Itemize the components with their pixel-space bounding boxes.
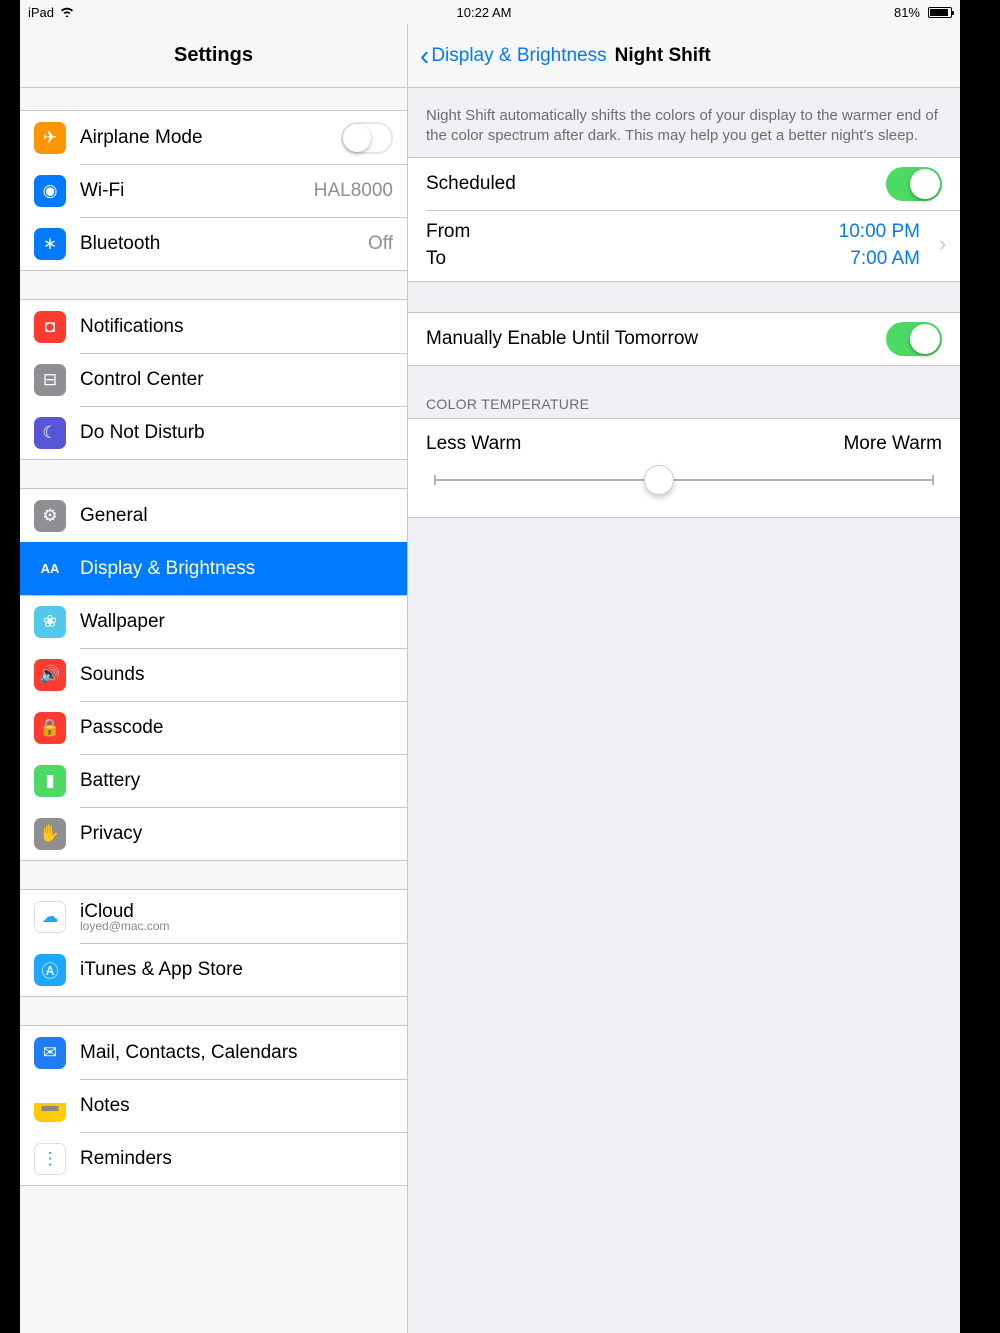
sidebar-item-privacy[interactable]: ✋ Privacy (20, 807, 407, 860)
icloud-icon: ☁ (34, 901, 66, 933)
sidebar-item-label: Sounds (80, 664, 393, 686)
sidebar-item-passcode[interactable]: 🔒 Passcode (20, 701, 407, 754)
sidebar-item-reminders[interactable]: ⋮ Reminders (20, 1132, 407, 1185)
airplane-icon: ✈ (34, 122, 66, 154)
notes-icon: ▬ (34, 1090, 66, 1122)
description-text: Night Shift automatically shifts the col… (408, 88, 960, 157)
sidebar-item-notifications[interactable]: ◘ Notifications (20, 300, 407, 353)
settings-sidebar: Settings ✈ Airplane Mode ◉ Wi-FiHAL8000 ∗ Blu… (20, 24, 408, 1333)
sidebar-item-wi-fi[interactable]: ◉ Wi-FiHAL8000 (20, 164, 407, 217)
sidebar-item-control-center[interactable]: ⊟ Control Center (20, 353, 407, 406)
battery-pct: 81% (894, 5, 920, 20)
back-label: Display & Brightness (431, 45, 606, 67)
sidebar-item-label: Bluetooth (80, 233, 368, 255)
notifications-icon: ◘ (34, 311, 66, 343)
color-temp-panel: Less Warm More Warm (408, 418, 960, 518)
reminders-icon: ⋮ (34, 1143, 66, 1175)
chevron-left-icon: ‹ (420, 42, 429, 70)
sidebar-item-display-brightness[interactable]: AA Display & Brightness (20, 542, 407, 595)
sidebar-item-airplane-mode[interactable]: ✈ Airplane Mode (20, 111, 407, 164)
scheduled-label: Scheduled (426, 173, 886, 195)
wifi-icon: ◉ (34, 175, 66, 207)
status-bar: iPad 10:22 AM 81% (20, 0, 960, 24)
sounds-icon: 🔊 (34, 659, 66, 691)
scheduled-toggle[interactable] (886, 167, 942, 201)
sidebar-item-label: Display & Brightness (80, 558, 393, 580)
sidebar-item-bluetooth[interactable]: ∗ BluetoothOff (20, 217, 407, 270)
sidebar-item-label: Battery (80, 770, 393, 792)
chevron-right-icon: › (939, 234, 946, 257)
content-header: ‹ Display & Brightness Night Shift (408, 24, 960, 88)
color-temp-header: COLOR TEMPERATURE (408, 396, 960, 418)
from-label: From (426, 218, 470, 246)
sidebar-item-mail-contacts-calendars[interactable]: ✉ Mail, Contacts, Calendars (20, 1026, 407, 1079)
sidebar-item-label: Privacy (80, 823, 393, 845)
control-icon: ⊟ (34, 364, 66, 396)
sidebar-item-do-not-disturb[interactable]: ☾ Do Not Disturb (20, 406, 407, 459)
mail-icon: ✉ (34, 1037, 66, 1069)
manual-enable-label: Manually Enable Until Tomorrow (426, 328, 886, 350)
manual-enable-toggle[interactable] (886, 322, 942, 356)
sidebar-item-label: Notes (80, 1095, 393, 1117)
dnd-icon: ☾ (34, 417, 66, 449)
more-warm-label: More Warm (843, 433, 942, 455)
wifi-icon (60, 5, 74, 20)
sidebar-item-label: Airplane Mode (80, 127, 341, 149)
content-pane: ‹ Display & Brightness Night Shift Night… (408, 24, 960, 1333)
wallpaper-icon: ❀ (34, 606, 66, 638)
airplane-mode-toggle[interactable] (341, 122, 393, 154)
schedule-panel: Scheduled From 10:00 PM To 7:00 AM (408, 157, 960, 282)
less-warm-label: Less Warm (426, 433, 521, 455)
page-title: Night Shift (615, 45, 711, 67)
appstore-icon: Ⓐ (34, 954, 66, 986)
color-temp-slider[interactable] (434, 465, 934, 495)
scheduled-row[interactable]: Scheduled (408, 158, 960, 210)
sidebar-item-label: Notifications (80, 316, 393, 338)
passcode-icon: 🔒 (34, 712, 66, 744)
clock: 10:22 AM (457, 5, 512, 20)
sidebar-item-itunes-app-store[interactable]: ⒶiTunes & App Store (20, 943, 407, 996)
display-icon: AA (34, 553, 66, 585)
sidebar-item-label: Wi-Fi (80, 180, 314, 202)
manual-enable-row[interactable]: Manually Enable Until Tomorrow (408, 313, 960, 365)
sidebar-item-notes[interactable]: ▬ Notes (20, 1079, 407, 1132)
sidebar-item-sublabel: loyed@mac.com (80, 919, 170, 933)
back-button[interactable]: ‹ Display & Brightness (420, 42, 607, 70)
sidebar-item-label: Do Not Disturb (80, 422, 393, 444)
sidebar-item-label: Mail, Contacts, Calendars (80, 1042, 393, 1064)
to-label: To (426, 245, 446, 273)
manual-panel: Manually Enable Until Tomorrow (408, 312, 960, 366)
sidebar-item-label: Wallpaper (80, 611, 393, 633)
sidebar-item-battery[interactable]: ▮ Battery (20, 754, 407, 807)
sidebar-item-label: Reminders (80, 1148, 393, 1170)
sidebar-title: Settings (20, 24, 407, 88)
general-icon: ⚙ (34, 500, 66, 532)
schedule-time-row[interactable]: From 10:00 PM To 7:00 AM › (408, 210, 960, 281)
battery-icon (928, 7, 952, 18)
sidebar-item-label: Control Center (80, 369, 393, 391)
sidebar-item-icloud[interactable]: ☁iCloudloyed@mac.com (20, 890, 407, 943)
sidebar-item-value: Off (368, 233, 393, 255)
bluetooth-icon: ∗ (34, 228, 66, 260)
privacy-icon: ✋ (34, 818, 66, 850)
to-value: 7:00 AM (850, 245, 920, 273)
sidebar-item-sounds[interactable]: 🔊 Sounds (20, 648, 407, 701)
sidebar-item-label: iTunes & App Store (80, 959, 393, 981)
battery-icon: ▮ (34, 765, 66, 797)
device-label: iPad (28, 5, 54, 20)
sidebar-item-wallpaper[interactable]: ❀ Wallpaper (20, 595, 407, 648)
sidebar-item-value: HAL8000 (314, 180, 393, 202)
from-value: 10:00 PM (839, 218, 920, 246)
sidebar-item-general[interactable]: ⚙ General (20, 489, 407, 542)
sidebar-item-label: General (80, 505, 393, 527)
sidebar-item-label: Passcode (80, 717, 393, 739)
